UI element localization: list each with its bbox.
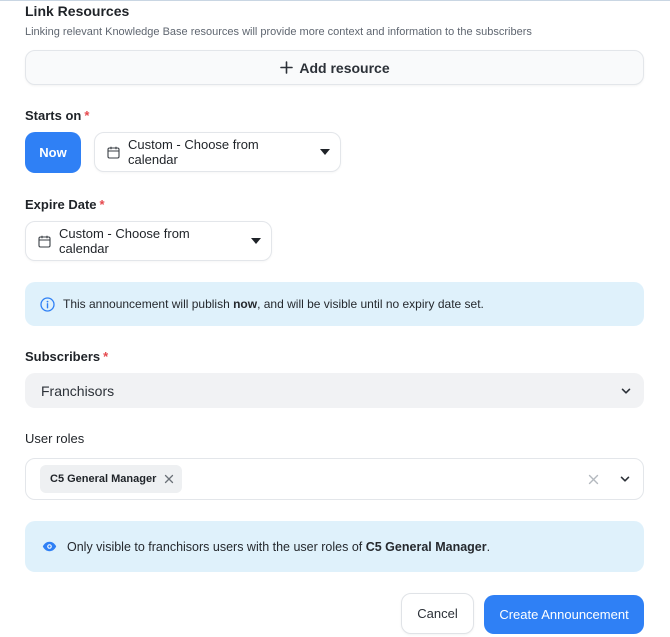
top-divider [0, 0, 670, 1]
plus-icon [279, 61, 293, 75]
publish-info-banner: This announcement will publish now, and … [25, 282, 644, 326]
create-announcement-button[interactable]: Create Announcement [484, 595, 644, 634]
chevron-down-icon[interactable] [619, 473, 631, 485]
add-resource-label: Add resource [299, 59, 390, 76]
eye-icon [42, 541, 57, 552]
subscribers-value: Franchisors [41, 382, 115, 399]
starts-on-label: Starts on * [25, 108, 90, 123]
link-resources-title: Link Resources [25, 3, 130, 19]
link-resources-subtitle: Linking relevant Knowledge Base resource… [25, 26, 532, 38]
user-role-chip: C5 General Manager [40, 465, 183, 493]
cancel-button[interactable]: Cancel [401, 593, 474, 634]
starts-on-custom-label: Custom - Choose from calendar [128, 137, 259, 167]
calendar-icon [107, 146, 120, 159]
caret-down-icon [320, 149, 330, 155]
subscribers-label: Subscribers * [25, 349, 109, 364]
starts-now-button[interactable]: Now [25, 132, 81, 173]
clear-all-icon[interactable] [588, 474, 599, 485]
user-roles-label: User roles [25, 431, 85, 446]
info-circle-icon [40, 296, 55, 312]
multiselect-controls [588, 473, 631, 485]
expire-date-custom-label: Custom - Choose from calendar [59, 226, 190, 256]
chevron-down-icon [620, 385, 632, 397]
user-roles-multiselect[interactable]: C5 General Manager [25, 458, 644, 500]
required-mark: * [99, 197, 105, 212]
required-mark: * [103, 349, 109, 364]
caret-down-icon [251, 238, 261, 244]
visibility-info-text: Only visible to franchisors users with t… [67, 539, 491, 554]
starts-on-custom-dropdown[interactable]: Custom - Choose from calendar [94, 132, 341, 172]
required-mark: * [84, 108, 90, 123]
calendar-icon [38, 235, 51, 248]
expire-date-custom-dropdown[interactable]: Custom - Choose from calendar [25, 221, 272, 261]
publish-info-text: This announcement will publish now, and … [63, 297, 484, 311]
add-resource-button[interactable]: Add resource [25, 50, 644, 85]
visibility-info-banner: Only visible to franchisors users with t… [25, 521, 644, 572]
subscribers-select[interactable]: Franchisors [25, 373, 644, 408]
close-icon[interactable] [164, 474, 174, 484]
expire-date-label: Expire Date * [25, 197, 105, 212]
user-role-chip-label: C5 General Manager [50, 473, 157, 485]
